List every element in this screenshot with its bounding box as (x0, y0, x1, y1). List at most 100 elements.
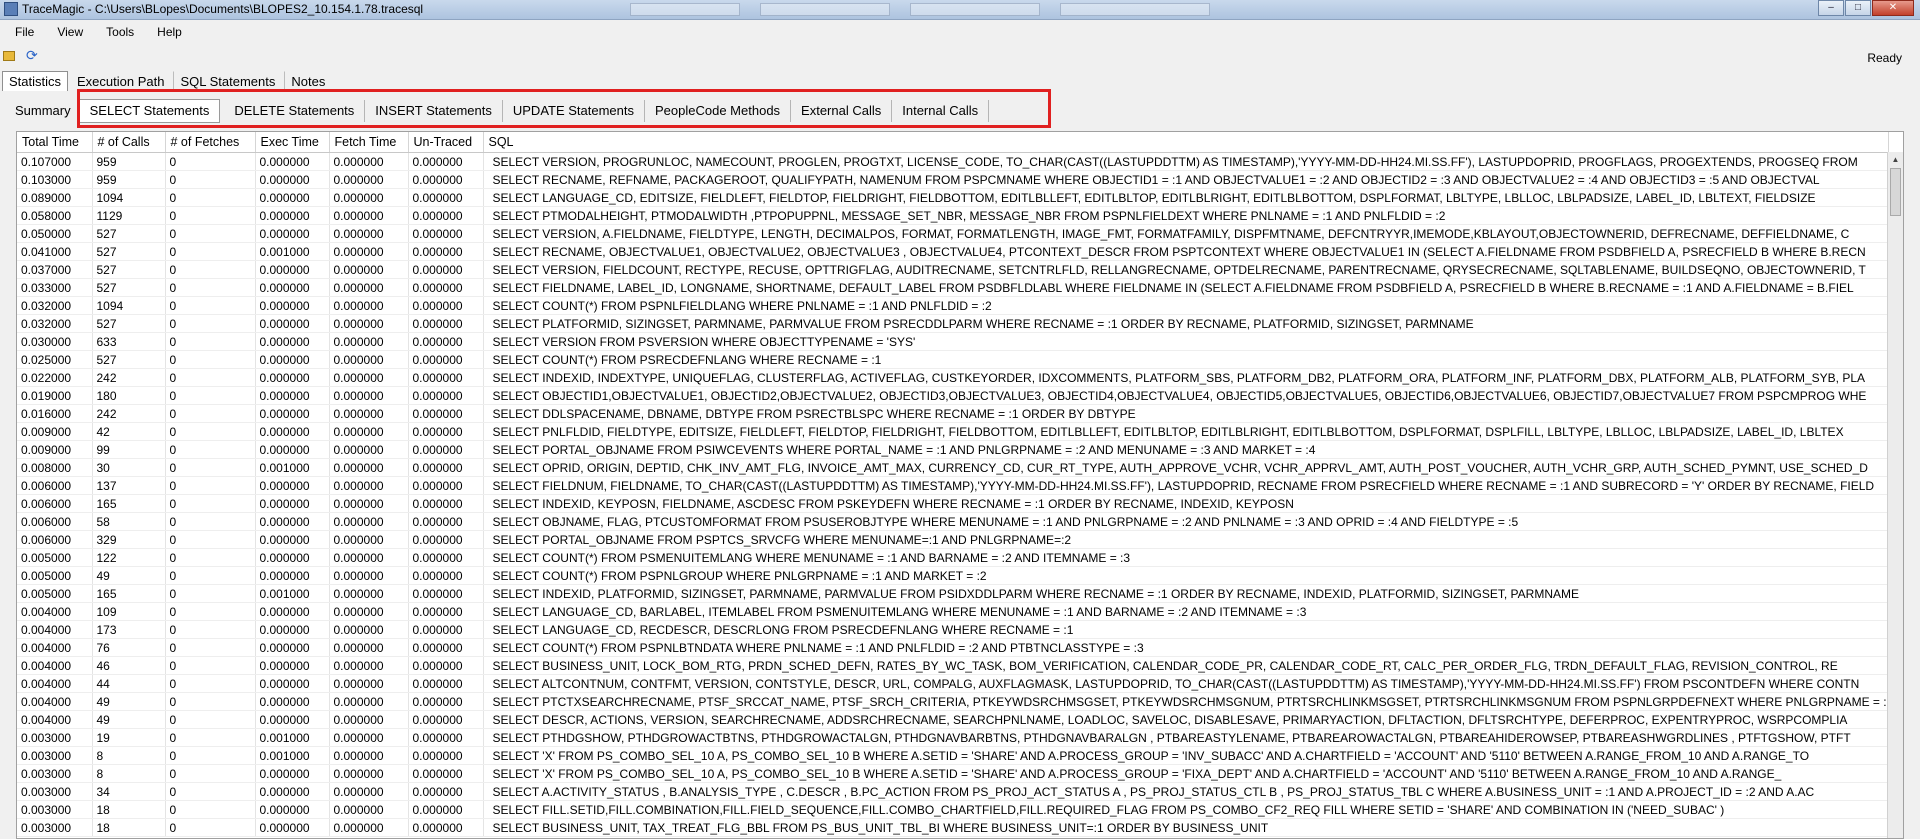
table-row[interactable]: 0.004000 46 0 0.000000 0.000000 0.000000 SELEC… (17, 656, 1889, 675)
table-row[interactable]: 0.004000 49 0 0.000000 0.000000 0.000000 SELEC… (17, 692, 1889, 711)
menu-help[interactable]: Help (142, 22, 190, 42)
total-time-cell: 0.004000 (17, 620, 93, 639)
total-time-cell: 0.003000 (17, 728, 93, 747)
column-header-num-fetches[interactable]: # of Fetches (165, 132, 256, 153)
num-fetches-cell: 0 (165, 206, 256, 225)
table-row[interactable]: 0.033000 527 0 0.000000 0.000000 0.000000 SELE… (17, 278, 1889, 297)
exec-time-cell: 0.000000 (255, 314, 330, 333)
table-row[interactable]: 0.009000 42 0 0.000000 0.000000 0.000000 SELEC… (17, 422, 1889, 441)
table-row[interactable]: 0.058000 1129 0 0.000000 0.000000 0.000000 SEL… (17, 206, 1889, 225)
table-row[interactable]: 0.004000 109 0 0.000000 0.000000 0.000000 SELE… (17, 602, 1889, 621)
column-header-un-traced[interactable]: Un-Traced (408, 132, 484, 153)
table-row[interactable]: 0.030000 633 0 0.000000 0.000000 0.000000 SELE… (17, 332, 1889, 351)
table-row[interactable]: 0.089000 1094 0 0.000000 0.000000 0.000000 SEL… (17, 188, 1889, 207)
vertical-scrollbar[interactable]: ▲ (1887, 152, 1903, 838)
fetch-time-cell: 0.000000 (329, 584, 409, 603)
table-row[interactable]: 0.003000 18 0 0.000000 0.000000 0.000000 SELEC… (17, 818, 1889, 837)
table-row[interactable]: 0.006000 58 0 0.000000 0.000000 0.000000 SELEC… (17, 512, 1889, 531)
sql-cell: SELECT PTMODALHEIGHT, PTMODALWIDTH ,PTPO… (483, 206, 1889, 225)
un-traced-cell: 0.000000 (408, 242, 484, 261)
sql-cell: SELECT OBJECTID1,OBJECTVALUE1, OBJECTID2… (483, 386, 1889, 405)
table-row[interactable]: 0.022000 242 0 0.000000 0.000000 0.000000 SELE… (17, 368, 1889, 387)
table-row[interactable]: 0.041000 527 0 0.001000 0.000000 0.000000 SELE… (17, 242, 1889, 261)
num-fetches-cell: 0 (165, 476, 256, 495)
table-row[interactable]: 0.003000 8 0 0.001000 0.000000 0.000000 SELECT… (17, 746, 1889, 765)
refresh-icon[interactable]: ⟳ (26, 48, 38, 62)
total-time-cell: 0.004000 (17, 656, 93, 675)
subtab-external-calls[interactable]: External Calls (791, 100, 893, 122)
subtab-delete-statements[interactable]: DELETE Statements (224, 100, 366, 122)
table-row[interactable]: 0.006000 329 0 0.000000 0.000000 0.000000 SELE… (17, 530, 1889, 549)
column-header-fetch-time[interactable]: Fetch Time (329, 132, 409, 153)
scroll-up-icon[interactable]: ▲ (1888, 152, 1903, 168)
menu-view[interactable]: View (42, 22, 91, 42)
num-calls-cell: 1129 (92, 206, 166, 225)
num-fetches-cell: 0 (165, 800, 256, 819)
column-header-num-calls[interactable]: # of Calls (92, 132, 166, 153)
exec-time-cell: 0.000000 (255, 494, 330, 513)
close-button[interactable]: ✕ (1872, 0, 1914, 16)
table-row[interactable]: 0.006000 165 0 0.000000 0.000000 0.000000 SELE… (17, 494, 1889, 513)
subtab-insert-statements[interactable]: INSERT Statements (365, 100, 503, 122)
exec-time-cell: 0.000000 (255, 638, 330, 657)
column-header-sql[interactable]: SQL (483, 132, 1889, 153)
select-statements-grid[interactable]: Total Time # of Calls # of Fetches Exec … (16, 131, 1904, 839)
menu-tools[interactable]: Tools (91, 22, 142, 42)
table-row[interactable]: 0.032000 1094 0 0.000000 0.000000 0.000000 SEL… (17, 296, 1889, 315)
subtab-summary[interactable]: Summary (8, 100, 79, 122)
tab-notes[interactable]: Notes (284, 71, 332, 92)
table-row[interactable]: 0.003000 19 0 0.001000 0.000000 0.000000 SELEC… (17, 728, 1889, 747)
num-calls-cell: 49 (92, 566, 166, 585)
table-row[interactable]: 0.004000 44 0 0.000000 0.000000 0.000000 SELEC… (17, 674, 1889, 693)
scrollbar-thumb[interactable] (1890, 168, 1901, 216)
subtab-internal-calls[interactable]: Internal Calls (892, 100, 990, 122)
table-row[interactable]: 0.004000 76 0 0.000000 0.000000 0.000000 SELEC… (17, 638, 1889, 657)
table-row[interactable]: 0.037000 527 0 0.000000 0.000000 0.000000 SELE… (17, 260, 1889, 279)
num-calls-cell: 959 (92, 170, 166, 189)
exec-time-cell: 0.000000 (255, 224, 330, 243)
folder-icon[interactable] (3, 51, 15, 61)
subtab-peoplecode-methods[interactable]: PeopleCode Methods (645, 100, 792, 122)
table-row[interactable]: 0.003000 8 0 0.000000 0.000000 0.000000 SELECT… (17, 764, 1889, 783)
minimize-button[interactable]: – (1818, 0, 1844, 16)
table-row[interactable]: 0.004000 173 0 0.000000 0.000000 0.000000 SELE… (17, 620, 1889, 639)
tab-statistics[interactable]: Statistics (2, 71, 69, 91)
maximize-button[interactable]: □ (1845, 0, 1871, 16)
window-title: TraceMagic - C:\Users\BLopes\Documents\B… (22, 2, 424, 16)
table-row[interactable]: 0.005000 122 0 0.000000 0.000000 0.000000 SELE… (17, 548, 1889, 567)
table-row[interactable]: 0.032000 527 0 0.000000 0.000000 0.000000 SELE… (17, 314, 1889, 333)
column-header-total-time[interactable]: Total Time (17, 132, 93, 153)
num-fetches-cell: 0 (165, 638, 256, 657)
tab-execution-path[interactable]: Execution Path (70, 71, 171, 92)
table-row[interactable]: 0.003000 34 0 0.000000 0.000000 0.000000 SELEC… (17, 782, 1889, 801)
table-row[interactable]: 0.016000 242 0 0.000000 0.000000 0.000000 SELE… (17, 404, 1889, 423)
table-row[interactable]: 0.006000 137 0 0.000000 0.000000 0.000000 SELE… (17, 476, 1889, 495)
table-row[interactable]: 0.025000 527 0 0.000000 0.000000 0.000000 SELE… (17, 350, 1889, 369)
table-row[interactable]: 0.107000 959 0 0.000000 0.000000 0.000000 SELE… (17, 152, 1889, 171)
subtab-select-statements[interactable]: SELECT Statements (78, 99, 221, 123)
menu-file[interactable]: File (0, 22, 42, 42)
table-row[interactable]: 0.005000 49 0 0.000000 0.000000 0.000000 SELEC… (17, 566, 1889, 585)
app-icon (4, 2, 18, 16)
tab-sql-statements[interactable]: SQL Statements (173, 71, 282, 92)
table-row[interactable]: 0.050000 527 0 0.000000 0.000000 0.000000 SELE… (17, 224, 1889, 243)
total-time-cell: 0.033000 (17, 278, 93, 297)
table-row[interactable]: 0.005000 165 0 0.001000 0.000000 0.000000 SELE… (17, 584, 1889, 603)
table-row[interactable]: 0.019000 180 0 0.000000 0.000000 0.000000 SELE… (17, 386, 1889, 405)
exec-time-cell: 0.000000 (255, 404, 330, 423)
num-fetches-cell: 0 (165, 386, 256, 405)
total-time-cell: 0.004000 (17, 710, 93, 729)
subtab-update-statements[interactable]: UPDATE Statements (503, 100, 646, 122)
table-row[interactable]: 0.009000 99 0 0.000000 0.000000 0.000000 SELEC… (17, 440, 1889, 459)
table-row[interactable]: 0.004000 49 0 0.000000 0.000000 0.000000 SELEC… (17, 710, 1889, 729)
table-row[interactable]: 0.003000 18 0 0.000000 0.000000 0.000000 SELEC… (17, 800, 1889, 819)
sql-cell: SELECT INDEXID, PLATFORMID, SIZINGSET, P… (483, 584, 1889, 603)
column-header-exec-time[interactable]: Exec Time (255, 132, 330, 153)
un-traced-cell: 0.000000 (408, 746, 484, 765)
exec-time-cell: 0.000000 (255, 476, 330, 495)
total-time-cell: 0.030000 (17, 332, 93, 351)
fetch-time-cell: 0.000000 (329, 818, 409, 837)
table-row[interactable]: 0.008000 30 0 0.001000 0.000000 0.000000 SELEC… (17, 458, 1889, 477)
table-row[interactable]: 0.103000 959 0 0.000000 0.000000 0.000000 SELE… (17, 170, 1889, 189)
exec-time-cell: 0.000000 (255, 548, 330, 567)
